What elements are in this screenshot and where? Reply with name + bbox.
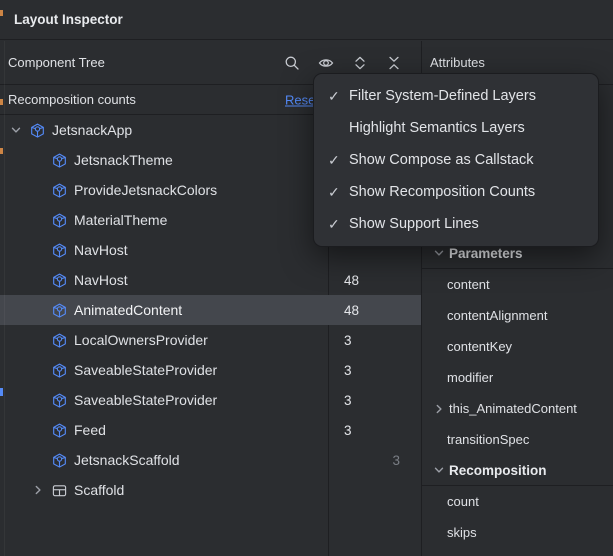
checkmark-icon <box>328 184 349 201</box>
tree-node-label: ProvideJetsnackColors <box>74 182 217 198</box>
attr-label: contentKey <box>447 339 512 354</box>
component-tree-title: Component Tree <box>8 55 105 70</box>
attr-label: modifier <box>447 370 493 385</box>
attr-item-count[interactable]: count <box>422 486 613 517</box>
attr-item-contentkey[interactable]: contentKey <box>422 331 613 362</box>
composable-icon <box>52 183 67 198</box>
tree-node-label: JetsnackTheme <box>74 152 173 168</box>
scaffold-layout-icon <box>52 483 67 498</box>
composable-icon <box>30 123 45 138</box>
tree-node-label: JetsnackApp <box>52 122 132 138</box>
tree-node-label: NavHost <box>74 272 128 288</box>
tree-node-label: Feed <box>74 422 106 438</box>
expand-all-icon[interactable] <box>352 55 368 71</box>
attr-item-skips[interactable]: skips <box>422 517 613 548</box>
edge-divider <box>4 41 5 556</box>
tree-row-navhost-2[interactable]: NavHost 48 <box>0 265 421 295</box>
attr-item-modifier[interactable]: modifier <box>422 362 613 393</box>
tree-row-localownersprovider[interactable]: LocalOwnersProvider 3 <box>0 325 421 355</box>
checkmark-icon <box>328 88 349 105</box>
tree-row-feed[interactable]: Feed 3 <box>0 415 421 445</box>
component-tree-toolbar <box>284 55 402 71</box>
composable-icon <box>52 393 67 408</box>
tree-node-label: AnimatedContent <box>74 302 182 318</box>
composable-icon <box>52 243 67 258</box>
edge-sliver-blue <box>0 388 3 396</box>
attr-label: this_AnimatedContent <box>449 401 577 416</box>
attributes-body: Parameters content contentAlignment cont… <box>422 238 613 548</box>
collapse-all-icon[interactable] <box>386 55 402 71</box>
view-options-menu: Filter System-Defined Layers Highlight S… <box>313 73 599 247</box>
section-title: Parameters <box>449 246 523 261</box>
tree-row-jetsnackscaffold[interactable]: JetsnackScaffold 3 <box>0 445 421 475</box>
chevron-down-icon <box>431 462 447 478</box>
recomposition-count: 48 <box>344 303 400 318</box>
menu-item-show-support-lines[interactable]: Show Support Lines <box>314 208 598 240</box>
view-options-eye-icon[interactable] <box>318 55 334 71</box>
menu-item-label: Show Support Lines <box>349 216 479 232</box>
menu-item-label: Filter System-Defined Layers <box>349 88 536 104</box>
section-title: Recomposition <box>449 463 547 478</box>
menu-item-show-recomposition-counts[interactable]: Show Recomposition Counts <box>314 176 598 208</box>
composable-icon <box>52 213 67 228</box>
tool-window-title: Layout Inspector <box>14 12 123 27</box>
menu-item-highlight-semantics-layers[interactable]: Highlight Semantics Layers <box>314 112 598 144</box>
attr-label: count <box>447 494 479 509</box>
composable-icon <box>52 273 67 288</box>
attr-label: skips <box>447 525 477 540</box>
composable-icon <box>52 333 67 348</box>
tree-node-label: JetsnackScaffold <box>74 452 180 468</box>
tree-node-label: MaterialTheme <box>74 212 167 228</box>
composable-icon <box>52 423 67 438</box>
recomposition-count: 3 <box>344 363 400 378</box>
chevron-right-icon[interactable] <box>30 482 46 498</box>
edge-sliver-orange <box>0 99 3 105</box>
tree-node-label: SaveableStateProvider <box>74 362 217 378</box>
edge-sliver-orange <box>0 10 3 16</box>
composable-icon <box>52 153 67 168</box>
recomposition-counts-label: Recomposition counts <box>8 92 136 107</box>
attr-item-this-animatedcontent[interactable]: this_AnimatedContent <box>422 393 613 424</box>
checkmark-icon <box>328 152 349 169</box>
chevron-right-icon[interactable] <box>431 401 447 417</box>
skip-count: 3 <box>392 453 400 468</box>
menu-item-label: Show Recomposition Counts <box>349 184 535 200</box>
tree-row-saveablestateprovider-2[interactable]: SaveableStateProvider 3 <box>0 385 421 415</box>
tree-node-label: Scaffold <box>74 482 124 498</box>
composable-icon <box>52 453 67 468</box>
tool-window-titlebar: Layout Inspector <box>0 0 613 40</box>
menu-item-label: Highlight Semantics Layers <box>349 120 525 136</box>
menu-item-label: Show Compose as Callstack <box>349 152 534 168</box>
menu-item-show-compose-as-callstack[interactable]: Show Compose as Callstack <box>314 144 598 176</box>
composable-icon <box>52 303 67 318</box>
recomposition-count: 3 <box>344 333 400 348</box>
attr-label: contentAlignment <box>447 308 547 323</box>
menu-item-filter-system-defined-layers[interactable]: Filter System-Defined Layers <box>314 80 598 112</box>
attr-item-transitionspec[interactable]: transitionSpec <box>422 424 613 455</box>
search-icon[interactable] <box>284 55 300 71</box>
tree-row-animatedcontent[interactable]: AnimatedContent 48 <box>0 295 421 325</box>
attr-item-contentalignment[interactable]: contentAlignment <box>422 300 613 331</box>
recomposition-count: 3 <box>344 423 400 438</box>
checkmark-icon <box>328 216 349 233</box>
tree-node-label: NavHost <box>74 242 128 258</box>
attr-label: content <box>447 277 490 292</box>
recomposition-count: 48 <box>344 273 400 288</box>
attr-item-content[interactable]: content <box>422 269 613 300</box>
recomposition-count: 3 <box>344 393 400 408</box>
section-header-recomposition[interactable]: Recomposition <box>422 455 613 486</box>
tree-node-label: LocalOwnersProvider <box>74 332 208 348</box>
chevron-down-icon <box>431 245 447 261</box>
attr-label: transitionSpec <box>447 432 529 447</box>
chevron-down-icon[interactable] <box>8 122 24 138</box>
attributes-title: Attributes <box>430 55 485 70</box>
composable-icon <box>52 363 67 378</box>
tree-node-label: SaveableStateProvider <box>74 392 217 408</box>
edge-sliver-orange <box>0 148 3 154</box>
tree-row-saveablestateprovider-1[interactable]: SaveableStateProvider 3 <box>0 355 421 385</box>
tree-row-scaffold[interactable]: Scaffold <box>0 475 421 505</box>
